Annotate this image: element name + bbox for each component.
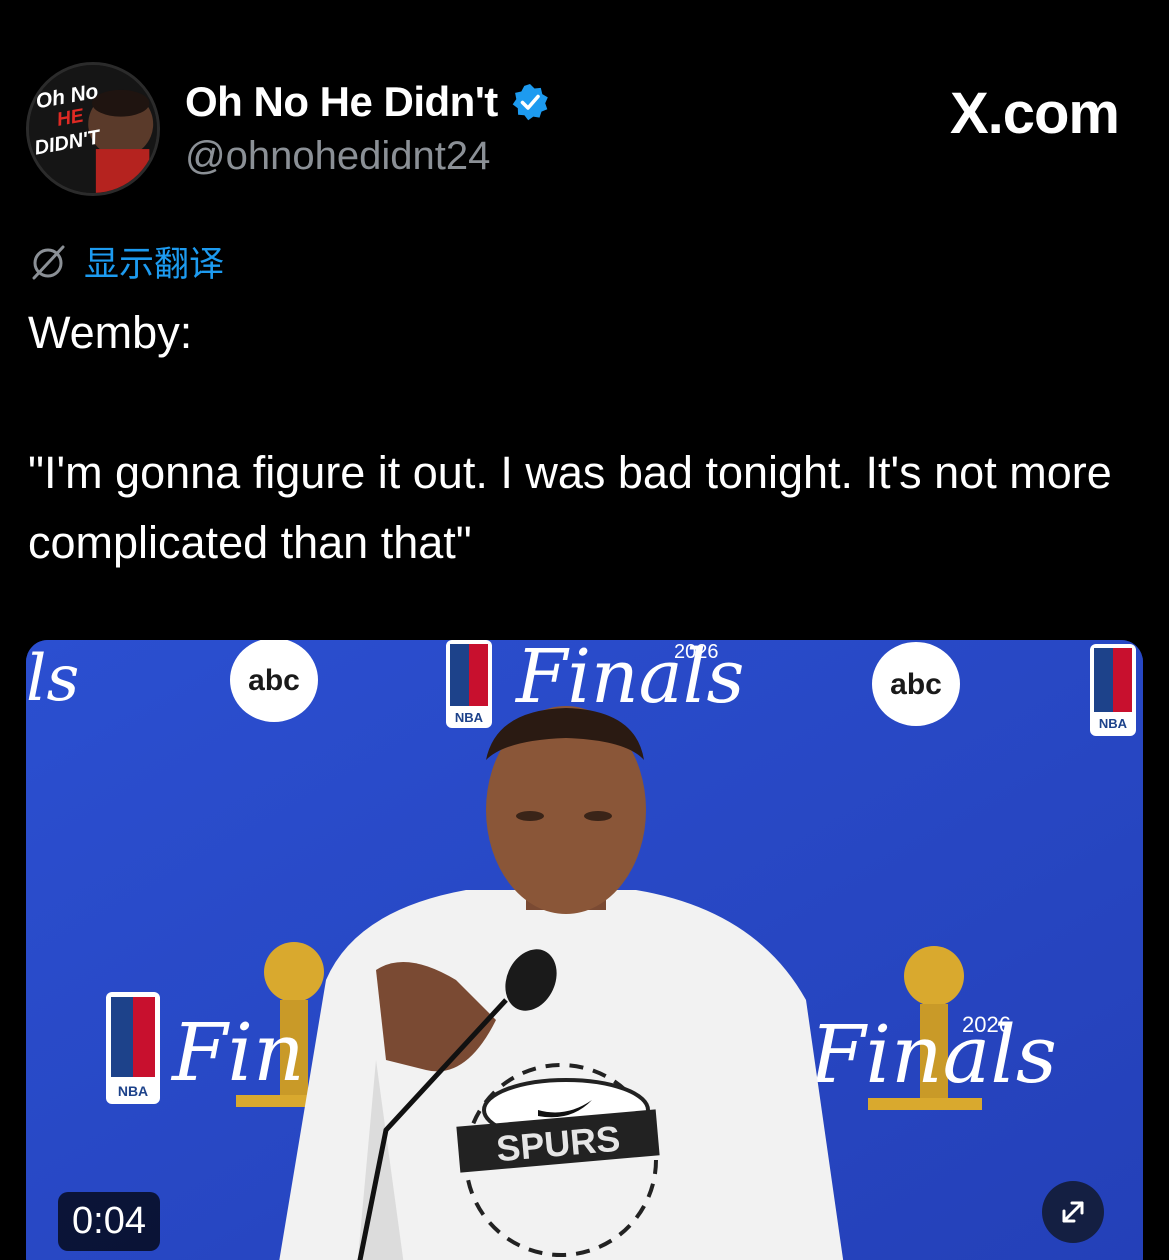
expand-arrows-icon	[1062, 1201, 1084, 1223]
nba-logo-left-text: NBA	[118, 1083, 148, 1099]
video-player[interactable]: ls abc NBA Finals 2026 abc NBA NBA Fin F…	[26, 640, 1143, 1260]
expand-video-button[interactable]	[1042, 1181, 1104, 1243]
video-duration-badge: 0:04	[58, 1192, 160, 1251]
show-translation-label: 显示翻译	[84, 245, 225, 285]
trophy-ball-right	[904, 946, 964, 1006]
globe-slash-icon	[32, 245, 65, 279]
video-frame: ls abc NBA Finals 2026 abc NBA NBA Fin F…	[26, 640, 1143, 1260]
author-display-name[interactable]: Oh No He Didn't	[185, 78, 550, 126]
tweet-text: Wemby: "I'm gonna figure it out. I was b…	[28, 307, 1112, 568]
abc-logo-2-text: abc	[890, 668, 942, 701]
tweet-screenshot: Oh No HE DIDN'T Oh No He Didn't @ohnohed…	[0, 0, 1169, 1260]
show-translation-link[interactable]: 显示翻译	[28, 236, 224, 287]
author-handle[interactable]: @ohnohedidnt24	[185, 134, 490, 179]
finals-wordmark-left: Fin	[170, 1006, 305, 1099]
nba-logo-top-text: NBA	[455, 710, 484, 725]
nba-logo-right-text: NBA	[1099, 716, 1128, 731]
abc-logo-1-text: abc	[248, 664, 300, 697]
author-avatar[interactable]: Oh No HE DIDN'T	[26, 62, 160, 196]
trophy-ball-left	[264, 942, 324, 1002]
backdrop-partial-left: ls	[26, 642, 79, 716]
finals-wordmark-right: Finals	[808, 1008, 1057, 1101]
display-name-text: Oh No He Didn't	[185, 78, 498, 125]
year-top: 2026	[674, 641, 719, 663]
avatar-logo: Oh No HE DIDN'T	[29, 65, 157, 193]
site-watermark: X.com	[949, 81, 1120, 146]
year-right: 2026	[962, 1012, 1011, 1037]
verified-badge-icon	[512, 84, 548, 121]
